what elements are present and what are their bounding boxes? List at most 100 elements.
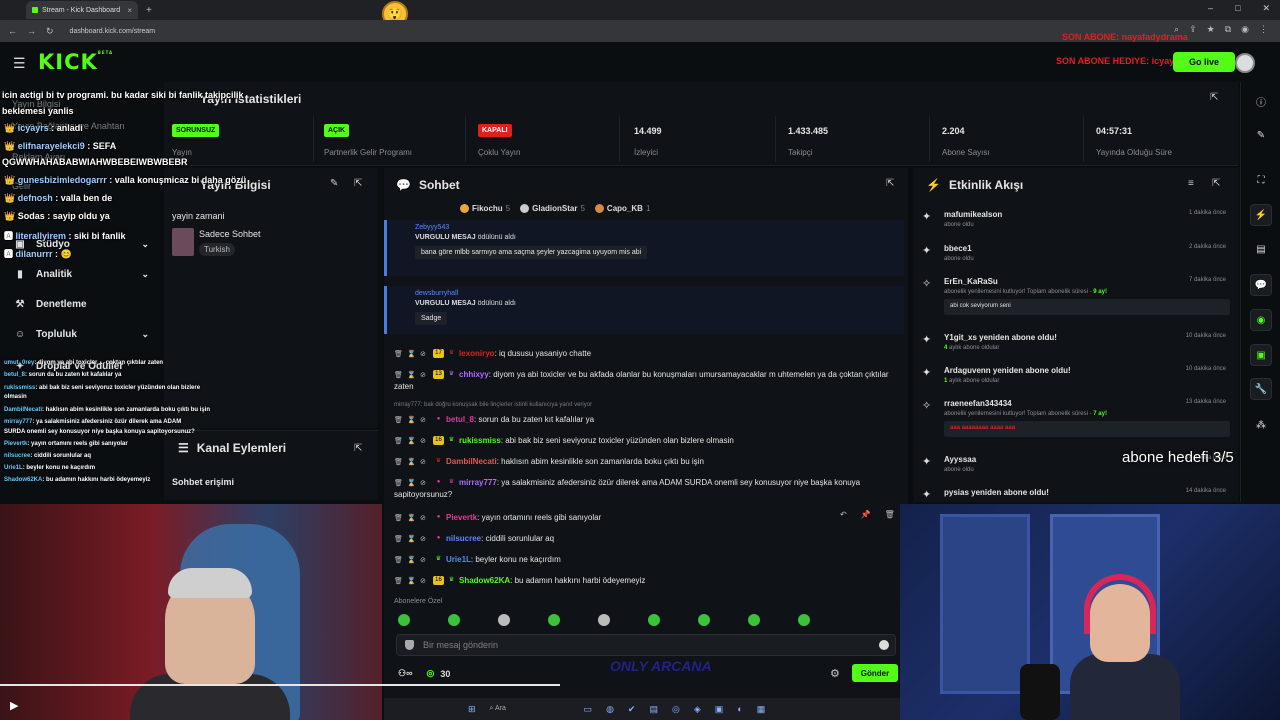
sidebar-item-analytics[interactable]: ▮ Analitik ⌄ [14,269,149,280]
emote-icon[interactable] [798,614,810,626]
activity-user[interactable]: rraeneefan343434 [944,399,1012,408]
close-tab-icon[interactable]: × [127,6,132,15]
menu-dots-icon[interactable]: ⋮ [1259,24,1268,35]
back-icon[interactable]: ← [8,26,17,36]
popout-icon[interactable]: ⇱ [1210,92,1218,103]
category-name[interactable]: Sadece Sohbet [199,229,261,239]
timeout-icon[interactable]: ⌛ [407,478,416,489]
delete-icon[interactable]: 🗑 [394,478,403,489]
chat-message[interactable]: 🗑 ⌛ ⊘ ● nilsucree: ciddili sorunlular aq [394,533,894,545]
chat-message[interactable]: 🗑 ⌛ ⊘ ● ♛ mirray777: ya salakmisiniz afedersi… [394,477,894,500]
activity-user[interactable]: Ayyssaa [944,455,976,464]
chat-username[interactable]: DambilNecati [446,457,497,466]
chat-username[interactable]: lexoniryo [459,349,495,358]
chat-username[interactable]: mirray777 [459,478,497,487]
activity-user[interactable]: mafumikealson [944,210,1002,219]
info-icon[interactable]: ⓘ [1250,90,1272,112]
panel-icon[interactable]: ▣ [1250,344,1272,366]
ban-icon[interactable]: ⊘ [420,555,429,566]
chat-message[interactable]: 🗑 ⌛ ⊘ 16 ♛ Shadow62KA: bu adamın hakkını harb… [394,575,894,587]
taskbar-app-icon[interactable]: ◎ [672,704,680,715]
activity-user[interactable]: ErEn_KaRaSu [944,277,998,286]
ban-icon[interactable]: ⊘ [420,415,429,426]
activity-user[interactable]: pysias yeniden abone oldu! [944,488,1049,497]
emote-icon[interactable] [598,614,610,626]
delete-icon[interactable]: 🗑 [394,534,403,545]
timeout-icon[interactable]: ⌛ [407,555,416,566]
timeout-icon[interactable]: ⌛ [407,576,416,587]
new-tab-icon[interactable]: + [146,5,152,16]
chat-message[interactable]: 🗑 ⌛ ⊘ ♛ Urie1L: beyler konu ne kaçırdım [394,554,894,566]
emote-icon[interactable] [748,614,760,626]
chat-settings-gear-icon[interactable]: ⚙ [830,667,840,680]
play-icon[interactable]: ▶ [10,699,18,712]
pencil-icon[interactable]: ✎ [1250,124,1272,146]
taskbar-app-icon[interactable]: ◍ [606,704,614,715]
ban-icon[interactable]: ⊘ [420,478,429,489]
url-field[interactable]: dashboard.kick.com/stream [70,28,156,35]
emote-icon[interactable] [648,614,660,626]
pin-icon[interactable]: 📌 [861,510,871,519]
forward-icon[interactable]: → [27,26,36,36]
activity-user[interactable]: bbece1 [944,244,972,253]
timeout-icon[interactable]: ⌛ [407,415,416,426]
profile-icon[interactable]: ◉ [1241,24,1249,35]
taskbar-app-icon[interactable]: ▤ [649,704,658,715]
chat-mode-icon[interactable]: ⚇∞ [398,668,412,679]
ban-icon[interactable]: ⊘ [420,349,429,360]
focus-icon[interactable]: ⛶ [1250,169,1272,191]
chat-message[interactable]: 🗑 ⌛ ⊘ ● betul_8: sorun da bu zaten kıt kafal… [394,414,894,426]
ban-icon[interactable]: ⊘ [420,576,429,587]
highlight-username[interactable]: Zebyyy543 [415,224,904,231]
apps-icon[interactable]: ⁂ [1250,414,1272,436]
chat-username[interactable]: rukissmiss [459,436,501,445]
taskbar-app-icon[interactable]: ✔ [628,704,636,715]
timeout-icon[interactable]: ⌛ [407,513,416,524]
reply-icon[interactable]: ↶ [840,510,847,519]
delete-icon[interactable]: 🗑 [394,436,403,447]
ban-icon[interactable]: ⊘ [420,457,429,468]
popout-icon[interactable]: ⇱ [354,443,362,454]
delete-icon[interactable]: 🗑 [394,370,403,381]
sidebar-item-community[interactable]: ☺ Topluluk ⌄ [14,329,149,340]
delete-icon[interactable]: 🗑 [394,576,403,587]
chat-message[interactable]: 🗑 ⌛ ⊘ 16 ♛ rukissmiss: abi bak biz seni seviy… [394,435,894,447]
broadcast-icon[interactable]: ◉ [1250,309,1272,331]
activity-user[interactable]: Y1git_xs yeniden abone oldu! [944,333,1057,342]
popout-icon[interactable]: ⇱ [354,178,362,189]
timeout-icon[interactable]: ⌛ [407,534,416,545]
layout-icon[interactable]: ▤ [1250,238,1272,260]
ban-icon[interactable]: ⊘ [420,513,429,524]
delete-icon[interactable]: 🗑 [394,513,403,524]
kick-logo[interactable]: KICKBETA [38,50,113,74]
user-avatar[interactable] [1235,53,1255,73]
windows-start-icon[interactable]: ⊞ [468,704,476,715]
lightning-icon[interactable]: ⚡ [1250,204,1272,226]
hamburger-menu-icon[interactable]: ☰ [13,55,26,72]
timeout-icon[interactable]: ⌛ [407,457,416,468]
activity-user[interactable]: Ardaguvenn yeniden abone oldu! [944,366,1071,375]
taskbar-app-icon[interactable]: ◐ [737,704,742,714]
delete-icon[interactable]: 🗑 [394,555,403,566]
chat-message[interactable]: 🗑 ⌛ ⊘ ♛ DambilNecati: haklısın abim kesinlik… [394,456,894,468]
emote-icon[interactable] [698,614,710,626]
chat-username[interactable]: Urie1L [446,555,471,564]
supporter-chip[interactable]: Capo_KB 1 [594,204,650,214]
emote-icon[interactable] [398,614,410,626]
minimize-icon[interactable]: – [1208,3,1213,14]
chat-message[interactable]: 🗑 ⌛ ⊘ 17 ♛ lexoniryo: iq dususu yasaniyo chat… [394,348,894,360]
browser-tab[interactable]: Stream - Kick Dashboard × [26,1,138,19]
chat-message[interactable]: 🗑 ⌛ ⊘ 13 ♛ chhixyy: diyom ya abi toxicler ve … [394,369,894,392]
emote-icon[interactable] [498,614,510,626]
send-button[interactable]: Gönder [852,664,898,682]
chat-access-item[interactable]: Sohbet erişimi [172,477,234,487]
chat-input[interactable]: Bir mesaj gönderin [396,634,896,656]
chat-username[interactable]: nilsucree [446,534,481,543]
delete-icon[interactable]: 🗑 [394,415,403,426]
supporter-chip[interactable]: Fikochu 5 [460,204,510,214]
chat-username[interactable]: Shadow62KA [459,576,510,585]
popout-icon[interactable]: ⇱ [1212,178,1220,189]
supporter-chip[interactable]: GladionStar 5 [520,204,585,214]
bookmark-star-icon[interactable]: ★ [1207,24,1215,35]
timeout-icon[interactable]: ⌛ [407,349,416,360]
